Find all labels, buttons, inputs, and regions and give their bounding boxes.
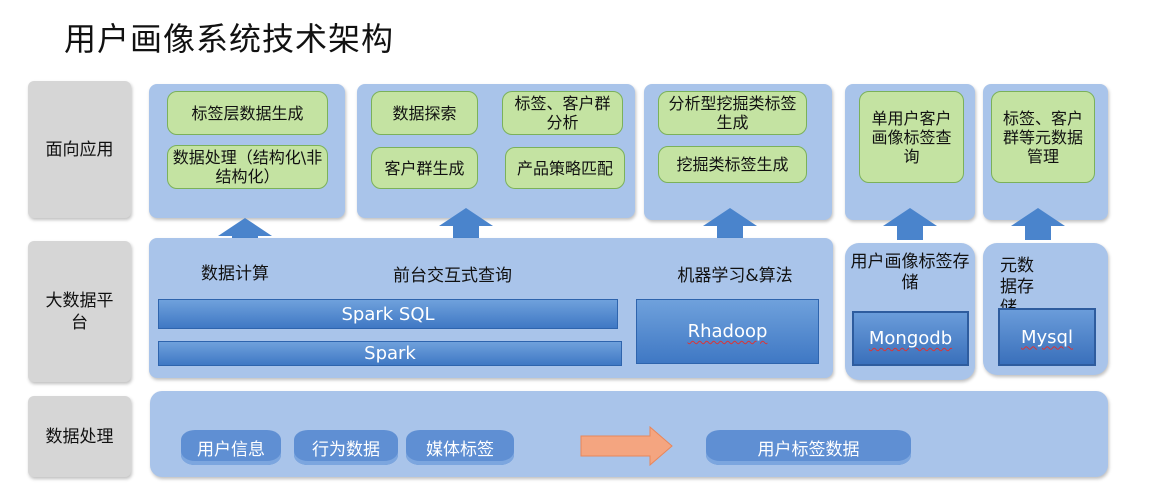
rhadoop-label: Rhadoop <box>687 321 768 342</box>
right-arrow-icon <box>580 426 673 466</box>
up-arrow-icon <box>439 208 493 240</box>
rhadoop-box: Rhadoop <box>636 299 819 364</box>
up-arrow-icon <box>703 208 757 240</box>
spark-bar: Spark <box>158 341 622 366</box>
mysql-box: Mysql <box>998 308 1096 366</box>
mongodb-box: Mongodb <box>852 311 969 366</box>
ml-label: 机器学习&算法 <box>677 266 793 286</box>
up-arrow-icon <box>1011 208 1065 240</box>
target-user-label-data: 用户标签数据 <box>706 430 911 465</box>
mysql-label: Mysql <box>1021 326 1073 348</box>
compute-label: 数据计算 <box>201 264 269 284</box>
portrait-storage-label: 用户画像标签存储 <box>850 252 970 293</box>
query-label: 前台交互式查询 <box>393 266 512 286</box>
up-arrow-icon <box>883 208 937 240</box>
source-media-labels: 媒体标签 <box>406 430 514 465</box>
source-user-info: 用户信息 <box>181 430 281 465</box>
spark-sql-bar: Spark SQL <box>158 299 618 329</box>
source-behavior-data: 行为数据 <box>294 430 398 465</box>
mongodb-label: Mongodb <box>868 328 953 349</box>
